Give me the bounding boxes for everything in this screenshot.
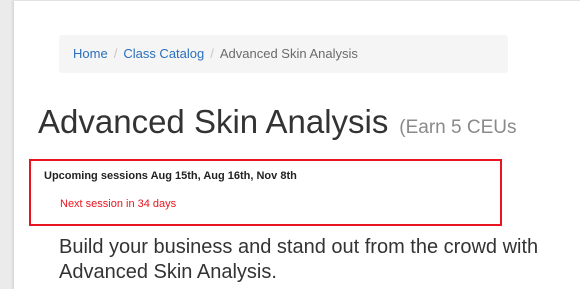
page-content: Home / Class Catalog / Advanced Skin Analysi… (14, 0, 580, 289)
breadcrumb-class-catalog-link[interactable]: Class Catalog (123, 46, 204, 61)
breadcrumb: Home / Class Catalog / Advanced Skin Analysi… (59, 35, 508, 73)
page-title: Advanced Skin Analysis (Earn 5 CEUs (38, 105, 516, 138)
breadcrumb-home-link[interactable]: Home (73, 46, 108, 61)
next-session-countdown: Next session in 34 days (60, 198, 177, 210)
breadcrumb-separator: / (113, 46, 118, 61)
course-intro-text: Build your business and stand out from t… (59, 236, 539, 283)
breadcrumb-separator: / (210, 46, 214, 61)
upcoming-sessions-text: Upcoming sessions Aug 15th, Aug 16th, No… (44, 170, 297, 182)
course-title: Advanced Skin Analysis (38, 103, 389, 140)
sessions-highlight-box: Upcoming sessions Aug 15th, Aug 16th, No… (29, 159, 502, 226)
ceu-note: (Earn 5 CEUs (399, 117, 517, 138)
breadcrumb-current: Advanced Skin Analysis (219, 46, 358, 61)
